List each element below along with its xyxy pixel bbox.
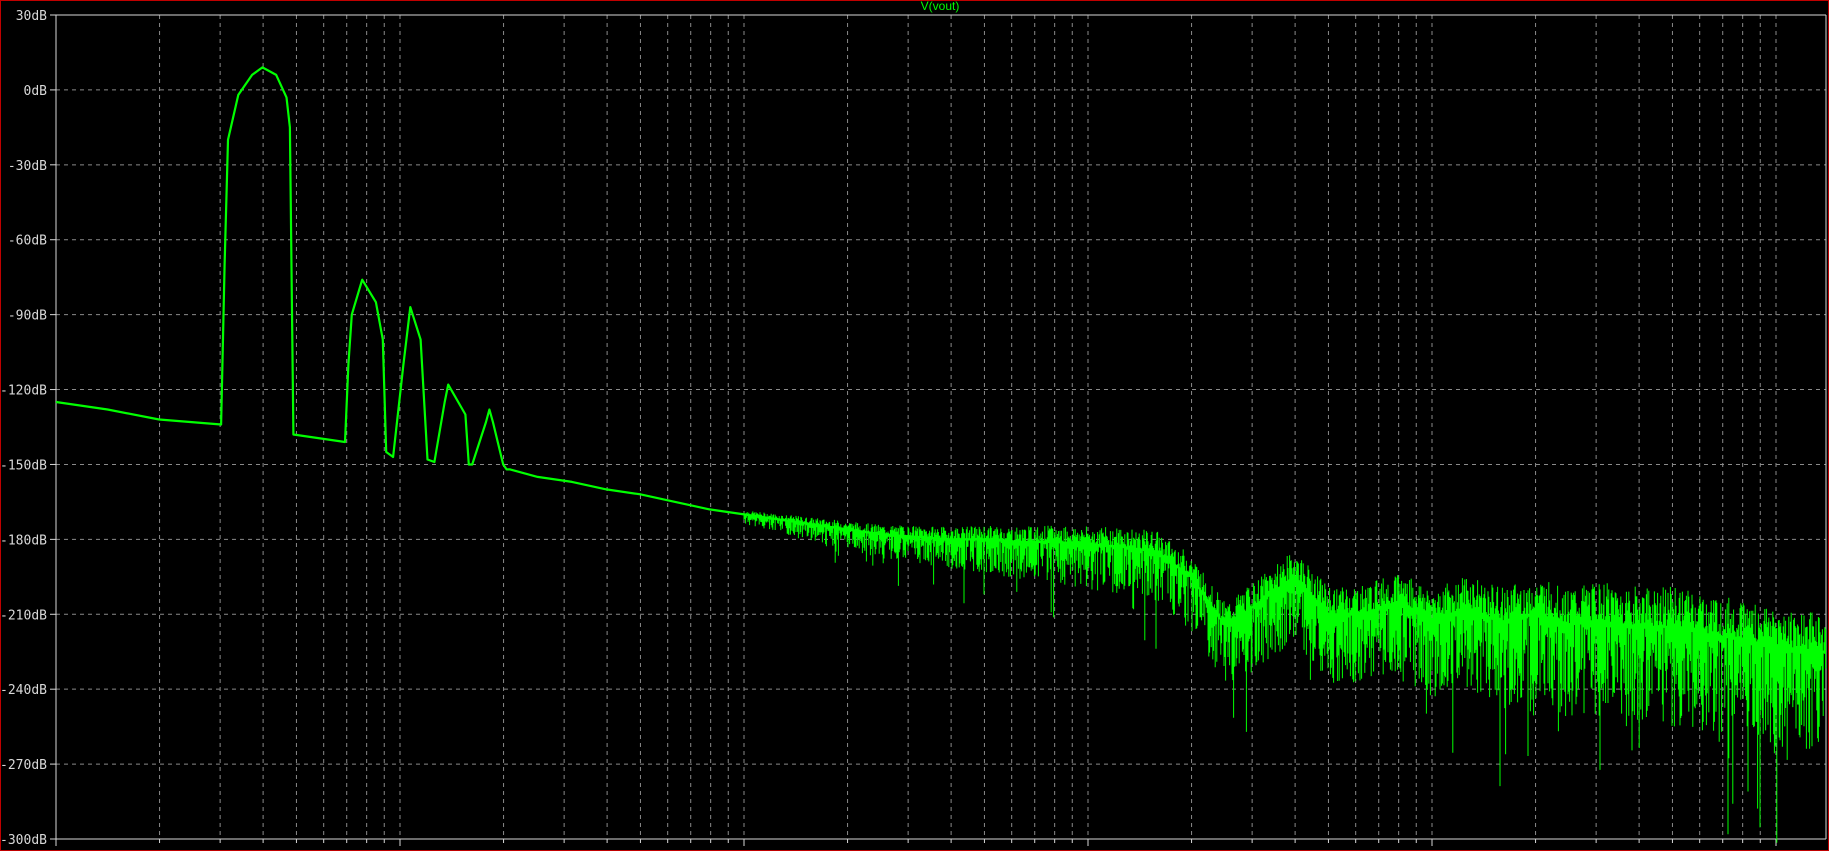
trace-title[interactable]: V(vout) xyxy=(921,0,960,13)
y-tick-label: -30dB xyxy=(8,159,47,174)
y-tick-label: -240dB xyxy=(0,683,47,698)
y-tick-label: -60dB xyxy=(8,234,47,249)
y-tick-label: -180dB xyxy=(0,533,47,548)
axes xyxy=(50,14,1827,846)
y-tick-label: -150dB xyxy=(0,458,47,473)
y-tick-label: 0dB xyxy=(24,84,48,99)
y-tick-labels: 30dB 0dB -30dB -60dB -90dB -120dB -150dB -180dB… xyxy=(0,9,47,848)
noise-floor xyxy=(743,511,1827,843)
y-tick-label: -300dB xyxy=(0,833,47,848)
waveform-plot[interactable]: 30dB 0dB -30dB -60dB -90dB -120dB -150dB -180dB… xyxy=(0,0,1829,851)
trace-layer xyxy=(55,66,1827,843)
y-tick-label: -210dB xyxy=(0,608,47,623)
trace-line xyxy=(55,66,1825,653)
y-tick-label: -90dB xyxy=(8,309,47,324)
grid xyxy=(55,14,1826,840)
y-tick-label: 30dB xyxy=(16,9,47,24)
y-tick-label: -270dB xyxy=(0,758,47,773)
y-tick-label: -120dB xyxy=(0,384,47,399)
